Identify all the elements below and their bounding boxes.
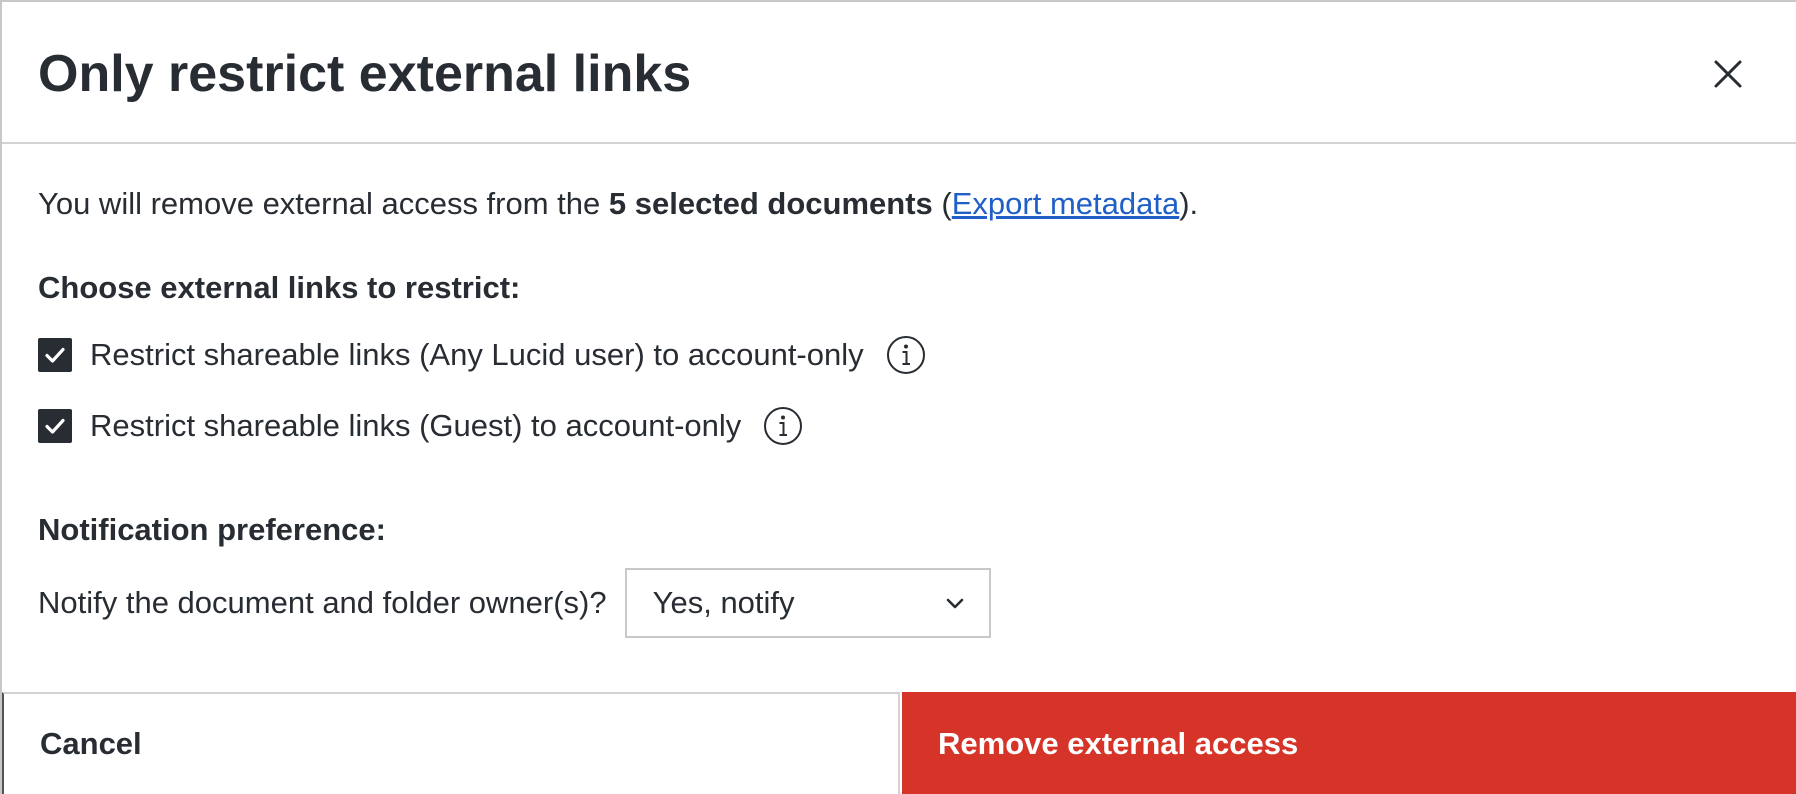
dialog-footer: Cancel Remove external access <box>2 692 1796 794</box>
dialog-title: Only restrict external links <box>38 45 692 103</box>
cancel-button[interactable]: Cancel <box>2 692 900 794</box>
intro-paren-open: ( <box>932 186 952 221</box>
intro-paren-close: ). <box>1179 186 1199 221</box>
close-icon <box>1714 60 1742 88</box>
intro-prefix: You will remove external access from the <box>38 186 609 221</box>
option-any-lucid-user: Restrict shareable links (Any Lucid user… <box>38 335 926 375</box>
chevron-down-icon <box>946 598 963 609</box>
checkbox-guest[interactable] <box>38 409 72 443</box>
links-section-label: Choose external links to restrict: <box>38 270 521 305</box>
remove-external-access-button[interactable]: Remove external access <box>902 692 1796 794</box>
info-icon[interactable] <box>763 406 803 446</box>
notify-question: Notify the document and folder owner(s)? <box>38 585 607 620</box>
option-label: Restrict shareable links (Any Lucid user… <box>90 337 864 372</box>
option-label: Restrict shareable links (Guest) to acco… <box>90 408 742 443</box>
checkmark-icon <box>45 347 65 363</box>
checkbox-any-lucid-user[interactable] <box>38 338 72 372</box>
close-button[interactable] <box>1708 54 1748 94</box>
info-icon[interactable] <box>886 335 926 375</box>
notify-select-value: Yes, notify <box>652 585 795 620</box>
restrict-links-dialog: Only restrict external links You will re… <box>0 0 1796 794</box>
dialog-header: Only restrict external links <box>2 2 1796 144</box>
export-metadata-link[interactable]: Export metadata <box>952 186 1179 221</box>
notification-section-label: Notification preference: <box>38 512 386 547</box>
notify-select[interactable]: Yes, notify <box>624 568 991 638</box>
option-guest: Restrict shareable links (Guest) to acco… <box>38 406 803 446</box>
notify-row: Notify the document and folder owner(s)?… <box>38 568 991 638</box>
selected-count: 5 selected documents <box>608 186 933 221</box>
checkmark-icon <box>45 418 65 434</box>
intro-text: You will remove external access from the… <box>38 184 1198 224</box>
